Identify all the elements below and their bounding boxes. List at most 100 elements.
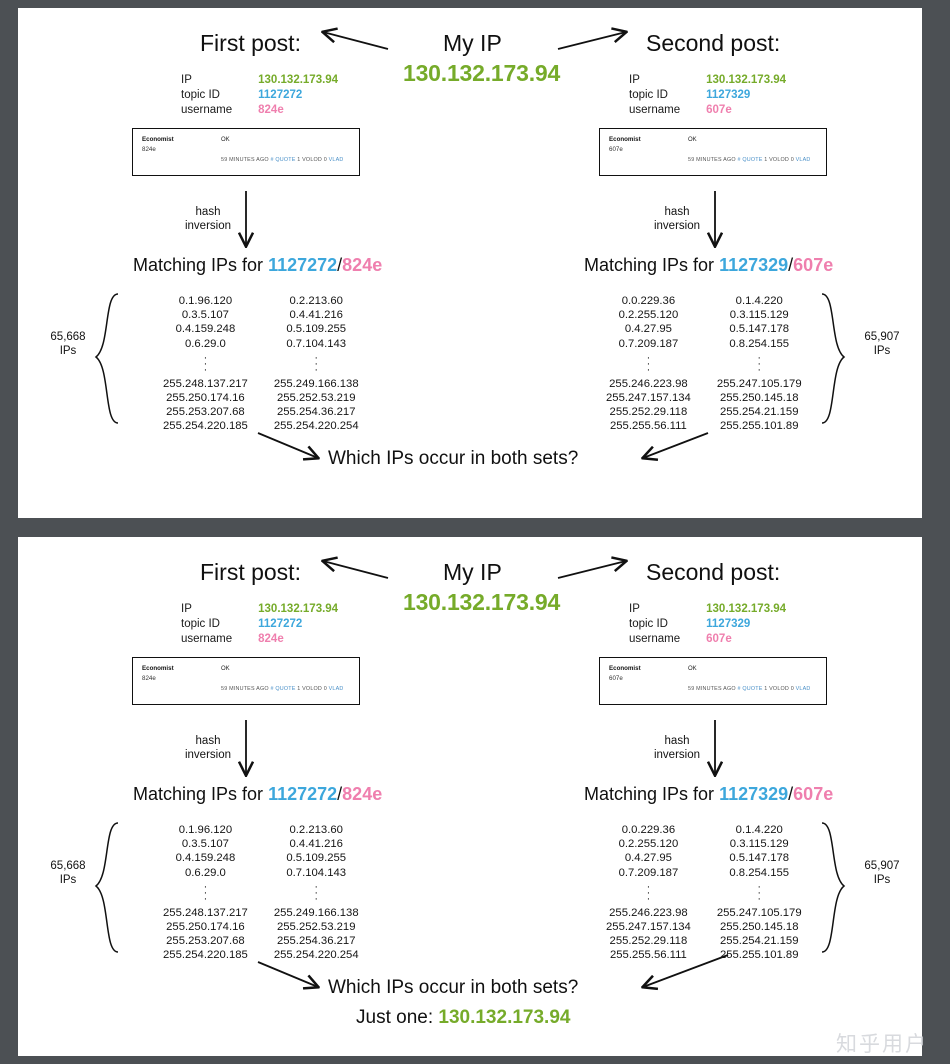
ip-entry: 0.5.147.178: [729, 323, 790, 336]
post-volod-count: 1: [297, 686, 301, 692]
ellipsis-icon: · · ·: [314, 880, 319, 905]
count-unit: IPs: [59, 345, 77, 357]
post-vlad-label: VLAD: [328, 686, 344, 692]
ip-column: 0.1.96.120 0.3.5.107 0.4.159.248 0.6.29.…: [163, 823, 248, 963]
ip-entry: 0.4.159.248: [175, 323, 236, 336]
field-value: 1127272: [258, 618, 303, 630]
field-row: topic ID 1127329: [629, 88, 786, 103]
left-post-card: Economist 824e OK 59 MINUTES AGO # QUOTE…: [132, 128, 360, 176]
my-ip-value: 130.132.173.94: [403, 60, 561, 86]
left-hash-inversion-label: hash inversion: [178, 734, 238, 762]
matching-username: 607e: [793, 255, 834, 275]
right-ip-count: 65,907 IPs: [852, 859, 912, 887]
field-row: IP 130.132.173.94: [181, 602, 338, 617]
ip-entry: 0.4.27.95: [624, 852, 672, 865]
field-value: 607e: [706, 104, 732, 116]
right-ip-lists: 0.0.229.36 0.2.255.120 0.4.27.95 0.7.209…: [606, 294, 802, 434]
ip-entry: 255.252.53.219: [276, 392, 356, 405]
second-post-heading: Second post:: [646, 559, 781, 585]
post-volod-label: VOLOD: [769, 686, 789, 692]
label-line: hash: [195, 735, 221, 747]
post-quote-link[interactable]: QUOTE: [742, 686, 762, 692]
post-quote-link[interactable]: QUOTE: [742, 157, 762, 163]
ip-entry: 255.255.56.111: [609, 949, 687, 962]
ellipsis-icon: · · ·: [203, 351, 208, 376]
ip-entry: 255.252.53.219: [276, 921, 356, 934]
ip-entry: 0.8.254.155: [729, 337, 790, 350]
matching-username: 607e: [793, 784, 834, 804]
ip-entry: 0.0.229.36: [621, 295, 676, 307]
post-quote-link[interactable]: QUOTE: [275, 686, 295, 692]
ip-entry: 0.2.255.120: [618, 838, 679, 851]
ellipsis-icon: · · ·: [757, 880, 762, 905]
ip-entry: 0.5.147.178: [729, 852, 790, 865]
ip-entry: 255.247.157.134: [606, 392, 691, 405]
ip-entry: 255.250.145.18: [719, 392, 799, 405]
ip-entry: 0.5.109.255: [286, 323, 347, 336]
label-line: hash: [664, 735, 690, 747]
post-vlad-count: 0: [790, 686, 794, 692]
ip-entry: 255.253.207.68: [166, 935, 245, 948]
post-vlad-label: VLAD: [795, 686, 811, 692]
post-volod-label: VOLOD: [769, 157, 789, 163]
post-hash-icon[interactable]: #: [270, 157, 273, 163]
left-matching-heading: Matching IPs for 1127272/824e: [133, 784, 382, 805]
ip-entry: 0.4.27.95: [624, 323, 672, 336]
field-row: IP 130.132.173.94: [629, 602, 786, 617]
first-post-heading: First post:: [200, 30, 301, 56]
post-username: Economist: [142, 665, 174, 672]
ip-entry: 0.2.213.60: [289, 824, 343, 836]
post-handle: 607e: [609, 675, 623, 682]
ip-entry: 255.253.207.68: [166, 406, 245, 419]
post-volod-count: 1: [764, 157, 768, 163]
ip-entry: 0.7.209.187: [618, 337, 679, 350]
matching-prefix: Matching IPs for: [133, 255, 269, 275]
left-ip-lists: 0.1.96.120 0.3.5.107 0.4.159.248 0.6.29.…: [163, 294, 359, 434]
ip-column: 0.0.229.36 0.2.255.120 0.4.27.95 0.7.209…: [606, 823, 691, 963]
right-hash-inversion-label: hash inversion: [647, 205, 707, 233]
post-hash-icon[interactable]: #: [270, 686, 273, 692]
ip-column: 0.1.96.120 0.3.5.107 0.4.159.248 0.6.29.…: [163, 294, 248, 434]
ip-entry: 0.5.109.255: [286, 852, 347, 865]
field-value: 130.132.173.94: [706, 74, 787, 86]
post-volod-count: 1: [297, 157, 301, 163]
post-quote-link[interactable]: QUOTE: [275, 157, 295, 163]
answer-prefix: Just one:: [356, 1007, 439, 1028]
left-ip-lists: 0.1.96.120 0.3.5.107 0.4.159.248 0.6.29.…: [163, 823, 359, 963]
post-hash-icon[interactable]: #: [737, 686, 740, 692]
ip-entry: 255.250.174.16: [166, 921, 245, 934]
ellipsis-icon: · · ·: [646, 880, 651, 905]
field-value: 607e: [706, 633, 732, 645]
answer-text: Just one: 130.132.173.94: [356, 1007, 570, 1029]
post-body: OK: [221, 137, 230, 143]
ip-column: 0.0.229.36 0.2.255.120 0.4.27.95 0.7.209…: [606, 294, 691, 434]
post-hash-icon[interactable]: #: [737, 157, 740, 163]
diagram-stage-top: First post: My IP 130.132.173.94 Second …: [18, 8, 922, 518]
right-ip-lists: 0.0.229.36 0.2.255.120 0.4.27.95 0.7.209…: [606, 823, 802, 963]
count-unit: IPs: [873, 874, 891, 886]
count-value: 65,668: [50, 331, 86, 343]
post-meta: 59 MINUTES AGO # QUOTE 1 VOLOD 0 VLAD: [221, 157, 344, 163]
answer-value: 130.132.173.94: [438, 1007, 571, 1028]
field-value: 1127329: [706, 618, 751, 630]
label-line: inversion: [184, 220, 232, 232]
post-handle: 824e: [142, 675, 156, 682]
left-post-card: Economist 824e OK 59 MINUTES AGO # QUOTE…: [132, 657, 360, 705]
ip-entry: 0.0.229.36: [621, 824, 676, 836]
label-line: inversion: [653, 749, 701, 761]
right-hash-inversion-label: hash inversion: [647, 734, 707, 762]
ip-entry: 255.252.29.118: [609, 406, 688, 419]
field-value: 130.132.173.94: [258, 603, 339, 615]
matching-username: 824e: [342, 255, 383, 275]
left-ip-count: 65,668 IPs: [38, 330, 98, 358]
post-vlad-count: 0: [790, 157, 794, 163]
matching-topic-id: 1127329: [719, 255, 789, 275]
ellipsis-icon: · · ·: [314, 351, 319, 376]
watermark: 知乎用户: [836, 1032, 928, 1056]
post-volod-count: 1: [764, 686, 768, 692]
ip-column: 0.1.4.220 0.3.115.129 0.5.147.178 0.8.25…: [717, 294, 802, 434]
field-value: 824e: [258, 633, 284, 645]
label-line: inversion: [653, 220, 701, 232]
field-key: IP: [181, 603, 192, 615]
ip-entry: 0.1.4.220: [735, 295, 783, 307]
